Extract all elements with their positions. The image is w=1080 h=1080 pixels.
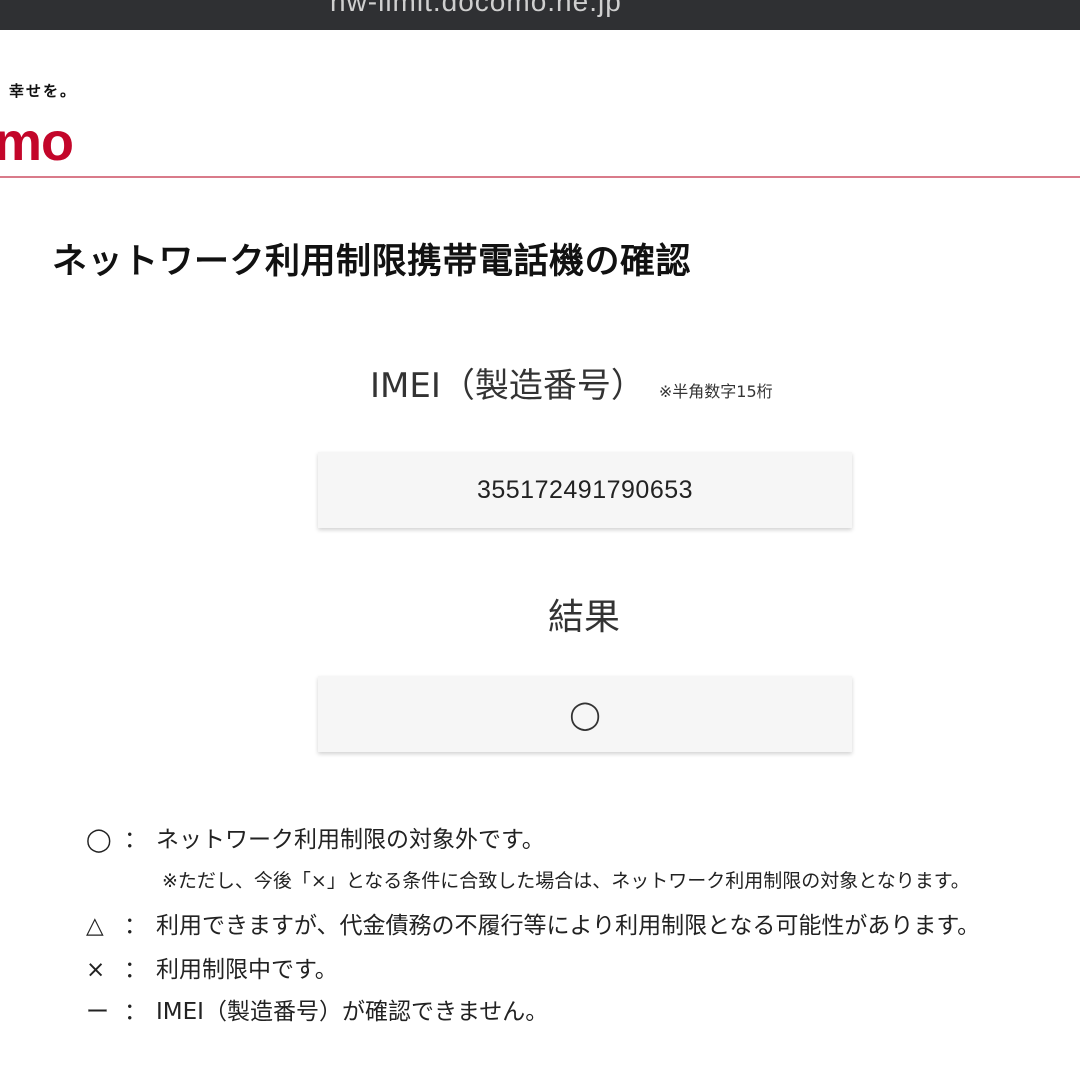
legend-colon: ：	[124, 913, 147, 939]
legend-colon: ：	[124, 957, 147, 983]
result-field: ◯	[318, 676, 852, 752]
brand-tagline: 、幸せを。	[0, 82, 78, 100]
imei-format-note: ※半角数字15桁	[658, 382, 773, 401]
legend-symbol: △	[86, 913, 104, 939]
imei-label-group: IMEI（製造番号） ※半角数字15桁	[370, 358, 773, 407]
legend-note: ※ただし、今後「×」となる条件に合致した場合は、ネットワーク利用制限の対象となり…	[162, 870, 970, 892]
result-label: 結果	[548, 597, 621, 638]
legend-text: 利用制限中です。	[156, 957, 338, 983]
legend-row-circle: ◯ ： ネットワーク利用制限の対象外です。	[86, 820, 545, 854]
legend-text: 利用できますが、代金債務の不履行等により利用制限となる可能性があります。	[156, 913, 981, 939]
legend-text: IMEI（製造番号）が確認できません。	[156, 999, 549, 1025]
legend-row-cross: × ： 利用制限中です。	[86, 950, 338, 984]
legend-text: ネットワーク利用制限の対象外です。	[156, 827, 545, 853]
page: nw-limit.docomo.ne.jp 、幸せを。 mo ネットワーク利用制…	[0, 0, 1080, 1080]
legend-symbol: ◯	[86, 827, 112, 853]
site-header: 、幸せを。 mo	[0, 30, 1080, 178]
imei-label: IMEI（製造番号）	[370, 366, 645, 406]
page-title: ネットワーク利用制限携帯電話機の確認	[52, 242, 692, 282]
docomo-logo[interactable]: mo	[0, 112, 74, 172]
imei-value: 355172491790653	[476, 475, 694, 504]
url-text[interactable]: nw-limit.docomo.ne.jp	[330, 0, 622, 18]
legend-symbol: ×	[86, 957, 106, 983]
header-divider	[0, 176, 1080, 178]
browser-address-bar[interactable]: nw-limit.docomo.ne.jp	[0, 0, 1080, 30]
legend-row-dash: ー ： IMEI（製造番号）が確認できません。	[86, 992, 548, 1026]
legend-colon: ：	[124, 999, 147, 1025]
legend-symbol: ー	[86, 999, 109, 1025]
result-value: ◯	[569, 697, 601, 731]
imei-field[interactable]: 355172491790653	[318, 452, 852, 528]
legend-row-triangle: △ ： 利用できますが、代金債務の不履行等により利用制限となる可能性があります。	[86, 906, 980, 940]
legend-colon: ：	[124, 827, 147, 853]
